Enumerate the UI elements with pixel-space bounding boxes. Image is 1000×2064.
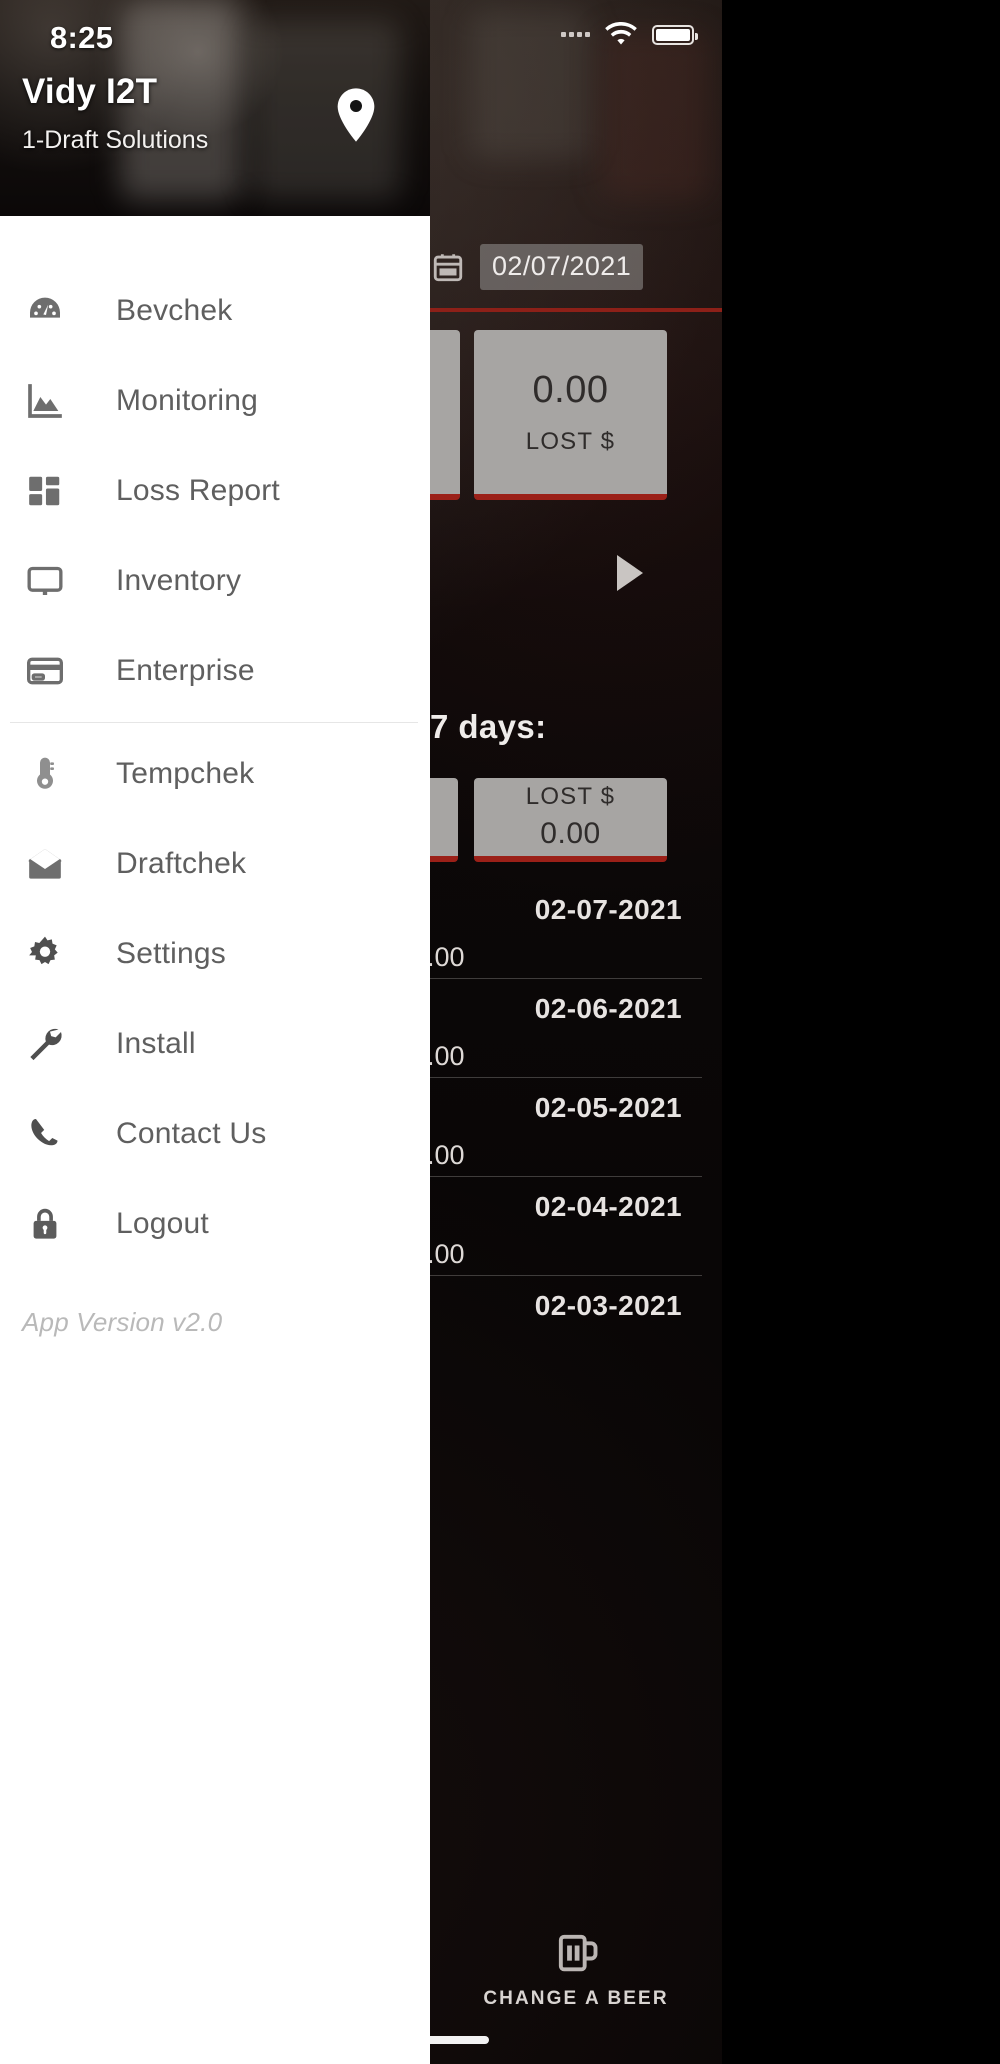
table-row[interactable]: 02-04-2021 0.00 [412, 1177, 702, 1276]
dashboard-grid-icon [18, 472, 72, 510]
table-row[interactable]: 02-07-2021 0.00 [412, 880, 702, 979]
app-version-label: App Version v2.0 [22, 1307, 223, 1337]
sidebar-item-settings[interactable]: Settings [0, 909, 430, 999]
header-red-rule [430, 308, 722, 312]
phone-icon [18, 1115, 72, 1153]
table-row[interactable]: 02-05-2021 0.00 [412, 1078, 702, 1177]
menu-divider [10, 722, 418, 723]
battery-full-icon [652, 24, 698, 45]
sidebar-item-inventory[interactable]: Inventory [0, 536, 430, 626]
wrench-icon [18, 1024, 72, 1064]
drawer-menu: Bevchek Monitoring Loss Report Inventory… [0, 216, 430, 2064]
map-pin-icon[interactable] [336, 88, 376, 142]
credit-card-icon [18, 651, 72, 691]
sidebar-item-bevchek[interactable]: Bevchek [0, 266, 430, 356]
sidebar-item-monitoring[interactable]: Monitoring [0, 356, 430, 446]
account-subtitle: 1-Draft Solutions [22, 126, 209, 154]
date-value[interactable]: 02/07/2021 [480, 244, 644, 290]
status-bar: 8:25 [0, 0, 722, 74]
sidebar-item-label: Bevchek [116, 294, 233, 327]
status-bar-icons [561, 22, 698, 47]
gauge-icon [18, 291, 72, 331]
table-row[interactable]: 02-03-2021 [412, 1276, 702, 1375]
row-date: 02-04-2021 [534, 1191, 682, 1222]
sidebar-item-label: Contact Us [116, 1117, 267, 1150]
calendar-icon [433, 254, 463, 282]
bottom-bar-label: CHANGE A BEER [483, 1988, 669, 2009]
row-date: 02-05-2021 [534, 1092, 682, 1123]
wifi-icon [605, 22, 637, 45]
device-bezel [722, 0, 1000, 2064]
table-row[interactable]: 02-06-2021 0.00 [412, 979, 702, 1078]
beer-mug-icon [558, 1934, 598, 1972]
date-selector[interactable]: 02/07/2021 [430, 236, 722, 298]
summary-card-lost-dollars[interactable]: LOST $ 0.00 [474, 778, 667, 862]
sidebar-item-tempchek[interactable]: Tempchek [0, 729, 430, 819]
signal-dots-icon [561, 32, 590, 37]
lock-icon [18, 1205, 72, 1243]
sidebar-item-install[interactable]: Install [0, 999, 430, 1089]
sidebar-item-label: Logout [116, 1207, 209, 1240]
sidebar-item-contact-us[interactable]: Contact Us [0, 1089, 430, 1179]
day-rows-list: 02-07-2021 0.00 02-06-2021 0.00 02-05-20… [412, 880, 702, 1375]
phone-viewport: 02/07/2021 0.00 LOST $ 7 days: LOST $ 0.… [0, 0, 722, 2064]
thermometer-icon [18, 754, 72, 794]
account-title: Vidy I2T [22, 72, 158, 111]
sidebar-item-label: Enterprise [116, 654, 255, 687]
row-date: 02-06-2021 [534, 993, 682, 1024]
status-bar-clock: 8:25 [50, 20, 114, 55]
sidebar-item-loss-report[interactable]: Loss Report [0, 446, 430, 536]
app-screen: 02/07/2021 0.00 LOST $ 7 days: LOST $ 0.… [0, 0, 1000, 2064]
sidebar-item-label: Settings [116, 937, 226, 970]
sidebar-item-label: Install [116, 1027, 196, 1060]
sidebar-item-label: Monitoring [116, 384, 259, 417]
sidebar-item-label: Inventory [116, 564, 242, 597]
sidebar-item-label: Loss Report [116, 474, 280, 507]
sidebar-item-label: Draftchek [116, 847, 247, 880]
play-triangle-icon[interactable] [617, 555, 643, 591]
metric-label: LOST $ [525, 427, 616, 455]
sidebar-item-logout[interactable]: Logout [0, 1179, 430, 1269]
gear-icon [18, 934, 72, 974]
sidebar-item-enterprise[interactable]: Enterprise [0, 626, 430, 716]
sidebar-item-draftchek[interactable]: Draftchek [0, 819, 430, 909]
row-date: 02-03-2021 [534, 1290, 682, 1321]
metric-card-lost-dollars[interactable]: 0.00 LOST $ [474, 330, 667, 500]
area-chart-icon [18, 381, 72, 421]
envelope-icon [18, 844, 72, 884]
change-a-beer-button[interactable]: CHANGE A BEER [430, 1926, 722, 2010]
summary-label: LOST $ [525, 783, 616, 810]
monitor-icon [18, 561, 72, 601]
row-date: 02-07-2021 [534, 894, 682, 925]
metric-value: 0.00 [532, 368, 609, 411]
sidebar-item-label: Tempchek [116, 757, 255, 790]
summary-value: 0.00 [540, 817, 601, 850]
section-title: 7 days: [430, 708, 547, 745]
navigation-drawer: Vidy I2T 1-Draft Solutions Bevchek Monit… [0, 0, 430, 2064]
